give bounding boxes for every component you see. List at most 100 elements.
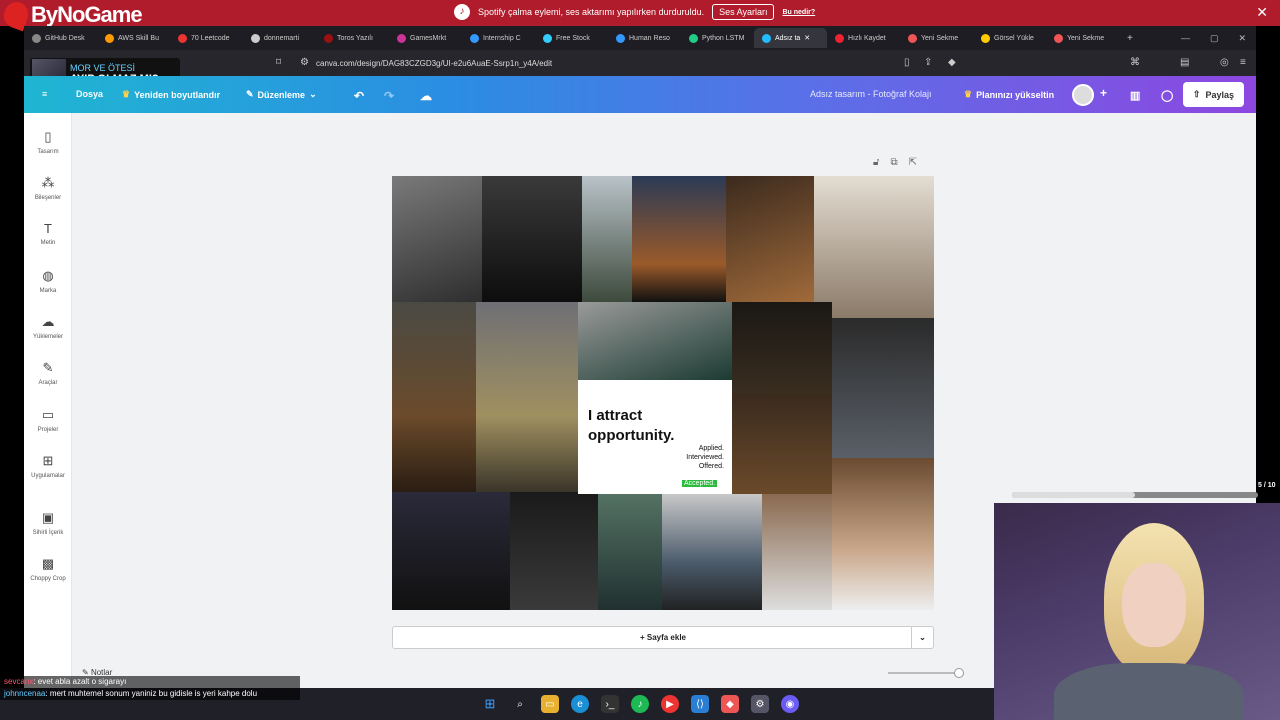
collage-photo[interactable] — [510, 492, 598, 610]
what-is-this-link[interactable]: Bu nedir? — [782, 9, 815, 16]
quote-card[interactable]: I attract opportunity. Applied. Intervie… — [578, 380, 732, 494]
collage-photo[interactable] — [582, 176, 632, 302]
tab[interactable]: Internship C — [462, 28, 535, 48]
file-menu[interactable]: Dosya — [76, 89, 103, 99]
collage-photo[interactable] — [392, 176, 482, 302]
chat-message: sevcanx: evet abla azalt o sigarayı — [0, 676, 300, 688]
terminal-icon[interactable]: ›_ — [601, 695, 619, 713]
sidebar-icon[interactable]: ▤ — [1180, 57, 1189, 68]
avatar[interactable] — [1072, 84, 1094, 106]
vpn-icon[interactable]: ◎ — [1220, 57, 1229, 68]
page-icon[interactable]: ▯ — [904, 57, 910, 68]
tab-active-canva[interactable]: Adsız ta ✕ — [754, 28, 827, 48]
share-icon[interactable]: ⇪ — [924, 57, 932, 68]
collage-photo[interactable] — [392, 492, 510, 610]
tab[interactable]: GamesMrkt — [389, 28, 462, 48]
redo-icon[interactable]: ↷ — [384, 89, 394, 103]
vscode-icon[interactable]: ⟨⟩ — [691, 695, 709, 713]
tab[interactable]: Yeni Sekme — [900, 28, 973, 48]
document-title[interactable]: Adsız tasarım - Fotoğraf Kolajı — [810, 89, 932, 99]
duplicate-icon[interactable]: ⧉ — [890, 157, 897, 168]
close-icon[interactable]: ✕ — [1256, 4, 1268, 21]
stream-overlay-bar: ByNoGame ♪ Spotify çalma eylemi, ses akt… — [0, 0, 1280, 32]
brave-shield-icon[interactable]: ◆ — [948, 57, 956, 68]
window-close-icon[interactable]: ✕ — [1238, 33, 1246, 44]
share-button[interactable]: ⇧ Paylaş — [1182, 82, 1244, 107]
canva-icon — [762, 33, 771, 43]
new-tab-icon[interactable]: + — [1119, 33, 1141, 44]
tab[interactable]: Hızlı Kaydet — [827, 28, 900, 48]
sidebar-item-tools[interactable]: ✎ Araçlar — [24, 360, 72, 386]
sidebar-item-brand[interactable]: ◍ Marka — [24, 268, 72, 294]
comment-icon[interactable]: ◯ — [1161, 89, 1173, 102]
bookmark-icon[interactable]: ⌑ — [276, 57, 281, 68]
add-collaborator-icon[interactable]: + — [1100, 86, 1107, 100]
collage-photo[interactable] — [598, 480, 662, 610]
collage-photo[interactable] — [476, 302, 578, 492]
sidebar-item-magic[interactable]: ▣ Sihirli İçerik — [24, 510, 72, 536]
minimize-icon[interactable]: — — [1181, 33, 1190, 44]
cam-counter: 5 / 10 — [1258, 482, 1276, 489]
sidebar-item-label: Choppy Crop — [30, 576, 66, 582]
tab[interactable]: Python LSTM — [681, 28, 754, 48]
sidebar-item-elements[interactable]: ⁂ Bileşenler — [24, 175, 72, 201]
tab[interactable]: 70 Leetcode — [170, 28, 243, 48]
resize-button[interactable]: ♛ Yeniden boyutlandır — [122, 89, 220, 100]
collage-photo[interactable] — [832, 318, 934, 458]
edit-mode-button[interactable]: ✎ Düzenleme ⌄ — [246, 89, 317, 100]
tab[interactable]: Free Stock — [535, 28, 608, 48]
collage-photo[interactable] — [732, 394, 832, 494]
lock-icon[interactable]: 🔓︎ — [873, 157, 879, 168]
cloud-save-icon[interactable]: ☁ — [420, 89, 432, 103]
collage-photo[interactable] — [762, 494, 832, 610]
tab[interactable]: AWS Skill Bu — [97, 28, 170, 48]
extension-icon[interactable]: ⌘ — [1130, 57, 1140, 68]
sidebar-item-projects[interactable]: ▭ Projeler — [24, 407, 72, 433]
sidebar-item-design[interactable]: ▯ Tasarım — [24, 129, 72, 155]
collage-photo[interactable] — [662, 494, 762, 610]
menu-icon[interactable]: ≡ — [1240, 57, 1246, 68]
tab[interactable]: GitHub Desk — [24, 28, 97, 48]
windows-start-icon[interactable]: ⊞ — [481, 695, 499, 713]
hamburger-icon[interactable]: ≡ — [42, 89, 47, 99]
add-page-icon[interactable]: ⇱ — [909, 157, 917, 168]
photo-collage[interactable]: I attract opportunity. Applied. Intervie… — [392, 176, 934, 610]
sound-settings-button[interactable]: Ses Ayarları — [712, 4, 775, 20]
tab[interactable]: Görsel Yükle — [973, 28, 1046, 48]
collage-photo[interactable] — [814, 176, 934, 318]
upgrade-button[interactable]: ♛ Planınızı yükseltin — [964, 89, 1054, 100]
tab[interactable]: donnemarti — [243, 28, 316, 48]
collage-photo[interactable] — [726, 176, 814, 302]
collage-photo[interactable] — [482, 176, 582, 302]
tab-close-icon[interactable]: ✕ — [804, 34, 810, 42]
collage-photo[interactable] — [392, 302, 476, 492]
site-settings-icon[interactable]: ⚙ — [300, 57, 309, 68]
collage-photo[interactable] — [578, 302, 732, 380]
url-field[interactable]: canva.com/design/DAG83CZGD3g/UI-e2u6AuaE… — [316, 59, 552, 68]
discord-icon[interactable]: ◉ — [781, 695, 799, 713]
collage-photo[interactable] — [732, 302, 832, 394]
maximize-icon[interactable]: ▢ — [1210, 33, 1219, 44]
tab[interactable]: Human Reso — [608, 28, 681, 48]
tab[interactable]: Yeni Sekme — [1046, 28, 1119, 48]
file-explorer-icon[interactable]: ▭ — [541, 695, 559, 713]
sidebar-item-uploads[interactable]: ☁ Yüklemeler — [24, 314, 72, 340]
sidebar-item-text[interactable]: T Metin — [24, 221, 72, 246]
chevron-down-icon[interactable]: ⌄ — [911, 627, 933, 648]
add-page-button[interactable]: + Sayfa ekle ⌄ — [392, 626, 934, 649]
tab[interactable]: Toros Yazılı — [316, 28, 389, 48]
settings-icon[interactable]: ⚙ — [751, 695, 769, 713]
sidebar-item-choppy-crop[interactable]: ▩ Choppy Crop — [24, 556, 72, 582]
analytics-icon[interactable]: ▥ — [1130, 89, 1140, 102]
brave-icon[interactable]: ◆ — [721, 695, 739, 713]
zoom-slider-handle[interactable] — [954, 668, 964, 678]
undo-icon[interactable]: ↶ — [354, 89, 364, 103]
edge-icon[interactable]: e — [571, 695, 589, 713]
sidebar-item-apps[interactable]: ⊞ Uygulamalar — [24, 453, 72, 479]
spotify-icon[interactable]: ♪ — [631, 695, 649, 713]
search-icon[interactable]: ⌕ — [511, 695, 529, 713]
zoom-slider[interactable] — [888, 672, 960, 674]
media-player-icon[interactable]: ▶ — [661, 695, 679, 713]
collage-photo[interactable] — [632, 176, 726, 302]
collage-photo[interactable] — [832, 458, 934, 610]
